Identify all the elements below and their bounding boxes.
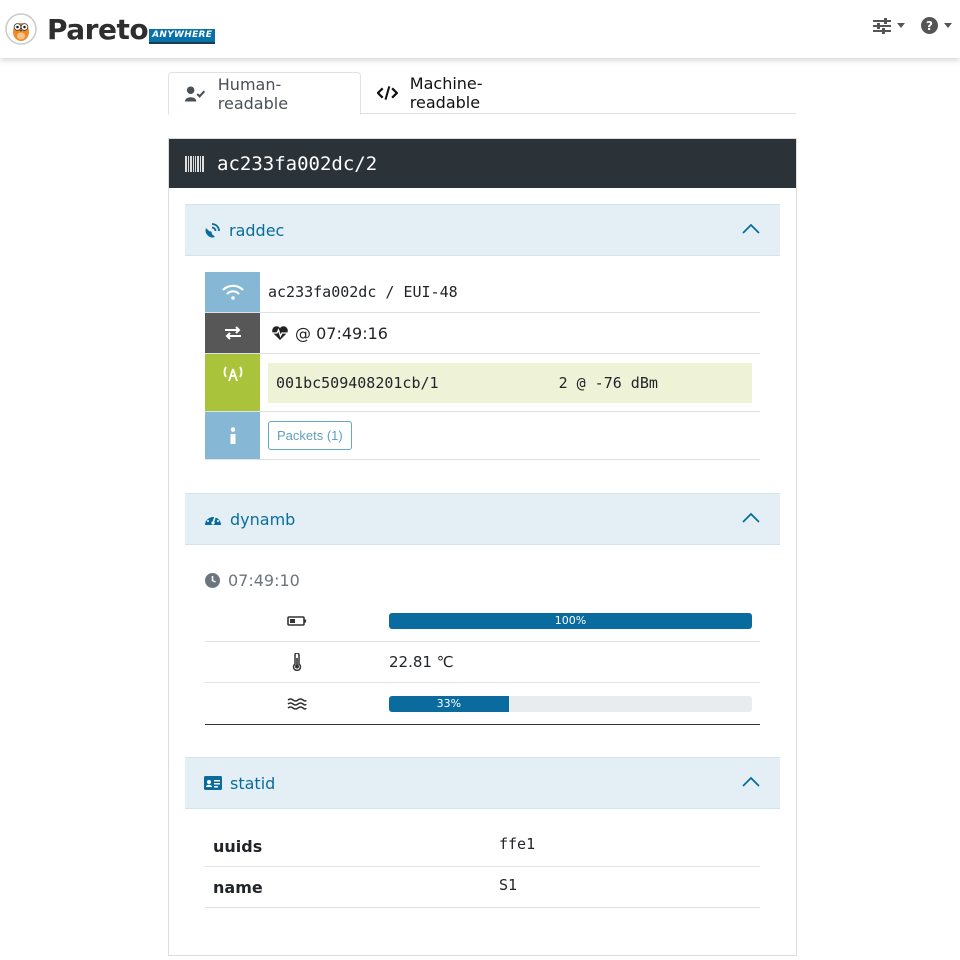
humidity-progress-fill: 33% <box>389 695 509 712</box>
question-circle-icon: ? <box>921 17 938 34</box>
rssi-value: 2 @ -76 dBm <box>558 373 658 392</box>
owl-logo-icon <box>5 13 37 45</box>
receiver-cell <box>205 354 260 411</box>
chevron-up-icon <box>742 223 760 234</box>
battery-icon <box>286 616 306 626</box>
raddec-section-header[interactable]: raddec <box>185 204 780 256</box>
code-icon <box>377 86 398 100</box>
svg-text:?: ? <box>926 19 933 33</box>
dynamb-section-header[interactable]: dynamb <box>185 493 780 545</box>
brand-name: Pareto <box>47 12 149 46</box>
brand-tag: ANYWHERE <box>149 28 216 44</box>
statid-value: ffe1 <box>499 835 536 853</box>
heartbeat-icon <box>272 326 288 340</box>
chevron-up-icon <box>742 512 760 523</box>
card-header: ac233fa002dc/2 <box>169 139 796 188</box>
packets-button[interactable]: Packets (1) <box>268 421 352 450</box>
battery-icon-cell <box>205 616 388 626</box>
transmitter-id: ac233fa002dc / EUI-48 <box>268 283 458 301</box>
navbar: Pareto ANYWHERE ? <box>0 0 960 58</box>
settings-dropdown[interactable] <box>873 17 905 34</box>
device-id: ac233fa002dc/2 <box>217 152 378 175</box>
water-icon <box>287 697 307 710</box>
exchange-icon <box>224 326 241 340</box>
raddec-table: ac233fa002dc / EUI-48 @ 07:49:16 001bc50… <box>205 272 760 460</box>
tab-label: Machine-readable <box>409 74 483 112</box>
caret-down-icon <box>897 23 905 28</box>
info-icon <box>230 426 235 444</box>
event-time: @ 07:49:16 <box>295 323 388 343</box>
dynamb-time: 07:49:10 <box>228 571 300 590</box>
device-card: ac233fa002dc/2 raddec ac233fa002dc / EUI… <box>168 138 797 956</box>
statid-key: name <box>213 877 263 897</box>
humidity-value: 33% <box>388 695 760 712</box>
battery-row: 100% <box>205 601 760 642</box>
temperature-icon-cell <box>205 653 388 671</box>
packets-cell: Packets (1) <box>260 412 760 459</box>
section-title: raddec <box>229 220 285 240</box>
receiver-row: 001bc509408201cb/1 2 @ -76 dBm <box>205 354 760 412</box>
statid-key: uuids <box>213 836 263 856</box>
satellite-dish-icon <box>205 222 220 237</box>
clock-icon <box>205 573 220 588</box>
gauge-icon <box>205 515 221 525</box>
table-row: uuids ffe1 <box>205 826 760 867</box>
battery-value: 100% <box>388 613 760 629</box>
temperature-value: 22.81 ℃ <box>389 653 454 671</box>
brand-link[interactable]: Pareto ANYWHERE <box>5 12 216 46</box>
transmitter-row: ac233fa002dc / EUI-48 <box>205 272 760 313</box>
section-title: dynamb <box>230 509 296 529</box>
event-cell <box>205 313 260 353</box>
receiver-cell-content: 001bc509408201cb/1 2 @ -76 dBm <box>260 354 760 411</box>
battery-progress-fill: 100% <box>389 613 752 629</box>
receiver-id: 001bc509408201cb/1 <box>276 373 439 392</box>
statid-section-header[interactable]: statid <box>185 757 780 809</box>
statid-table: uuids ffe1 name S1 <box>205 826 760 908</box>
dynamb-table: 100% 22.81 ℃ 33% <box>205 601 760 725</box>
humidity-row: 33% <box>205 683 760 724</box>
view-tabs: Human-readable Machine-readable <box>168 72 796 115</box>
thermometer-icon <box>292 653 301 671</box>
table-row: name S1 <box>205 867 760 908</box>
caret-down-icon <box>944 23 952 28</box>
battery-progress: 100% <box>389 613 752 629</box>
tab-machine-readable[interactable]: Machine-readable <box>361 72 561 114</box>
event-cell-content: @ 07:49:16 <box>260 313 760 353</box>
wifi-icon <box>221 284 244 300</box>
receiver-rssi-box: 001bc509408201cb/1 2 @ -76 dBm <box>268 362 752 403</box>
help-dropdown[interactable]: ? <box>921 17 952 34</box>
user-check-icon <box>185 85 206 102</box>
id-card-icon <box>204 776 222 790</box>
transmitter-cell <box>205 272 260 312</box>
chevron-up-icon <box>742 776 760 787</box>
packets-row: Packets (1) <box>205 412 760 460</box>
antenna-icon <box>223 366 242 381</box>
event-row: @ 07:49:16 <box>205 313 760 354</box>
tab-human-readable[interactable]: Human-readable <box>168 72 361 115</box>
humidity-icon-cell <box>205 697 388 711</box>
tab-label: Human-readable <box>217 74 289 113</box>
humidity-progress: 33% <box>389 695 752 712</box>
info-cell <box>205 412 260 459</box>
barcode-icon <box>185 155 204 172</box>
section-title: statid <box>230 773 276 793</box>
dynamb-timestamp: 07:49:10 <box>205 571 300 590</box>
statid-value: S1 <box>499 876 518 894</box>
sliders-icon <box>873 17 891 34</box>
temperature-row: 22.81 ℃ <box>205 642 760 683</box>
